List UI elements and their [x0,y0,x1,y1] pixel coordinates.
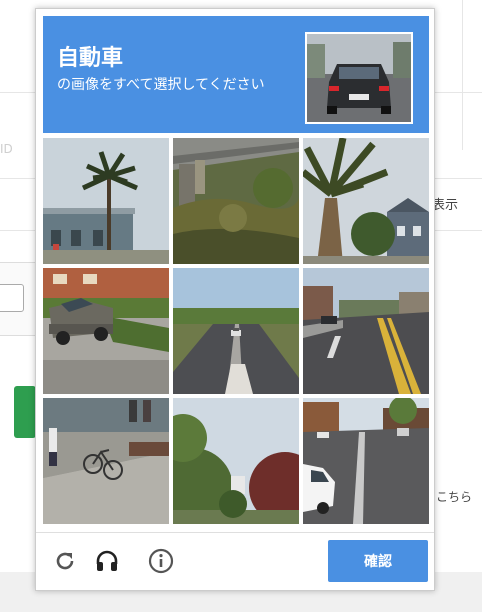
captcha-challenge: 自動車 の画像をすべて選択してください 確認 [35,8,435,591]
pickup-truck-image [43,268,169,394]
background-submit-button[interactable] [14,386,36,438]
info-icon [148,548,174,574]
street-white-car-image [303,398,429,524]
street-intersection-image [303,268,429,394]
image-tile[interactable] [43,138,169,264]
footer-divider [36,532,434,533]
bridge-overgrowth-image [173,138,299,264]
image-grid [43,138,429,524]
image-tile[interactable] [173,268,299,394]
info-button[interactable] [146,546,176,576]
headphones-icon [96,550,118,571]
captcha-header: 自動車 の画像をすべて選択してください [43,16,429,133]
palm-tree-house-image [43,138,169,264]
image-tile[interactable] [303,268,429,394]
image-tile[interactable] [43,268,169,394]
palm-trunk-house-image [303,138,429,264]
background-link[interactable]: こちら [436,488,472,505]
audio-challenge-button[interactable] [92,546,122,576]
reload-button[interactable] [50,546,80,576]
road-with-car-image [173,268,299,394]
background-display-label: 表示 [432,198,459,213]
divider [462,0,463,150]
background-input[interactable] [0,284,24,312]
image-tile[interactable] [173,398,299,524]
image-tile[interactable] [303,138,429,264]
verify-button[interactable]: 確認 [328,540,428,582]
captcha-target: 自動車 [57,46,124,71]
example-car-image [305,32,413,124]
reload-icon [56,552,74,570]
image-tile[interactable] [173,138,299,264]
background-id-label: ID [0,142,13,156]
sidewalk-bicycle-image [43,398,169,524]
trees-sky-image [173,398,299,524]
image-tile[interactable] [43,398,169,524]
image-tile[interactable] [303,398,429,524]
captcha-instruction: の画像をすべて選択してください [57,77,265,93]
